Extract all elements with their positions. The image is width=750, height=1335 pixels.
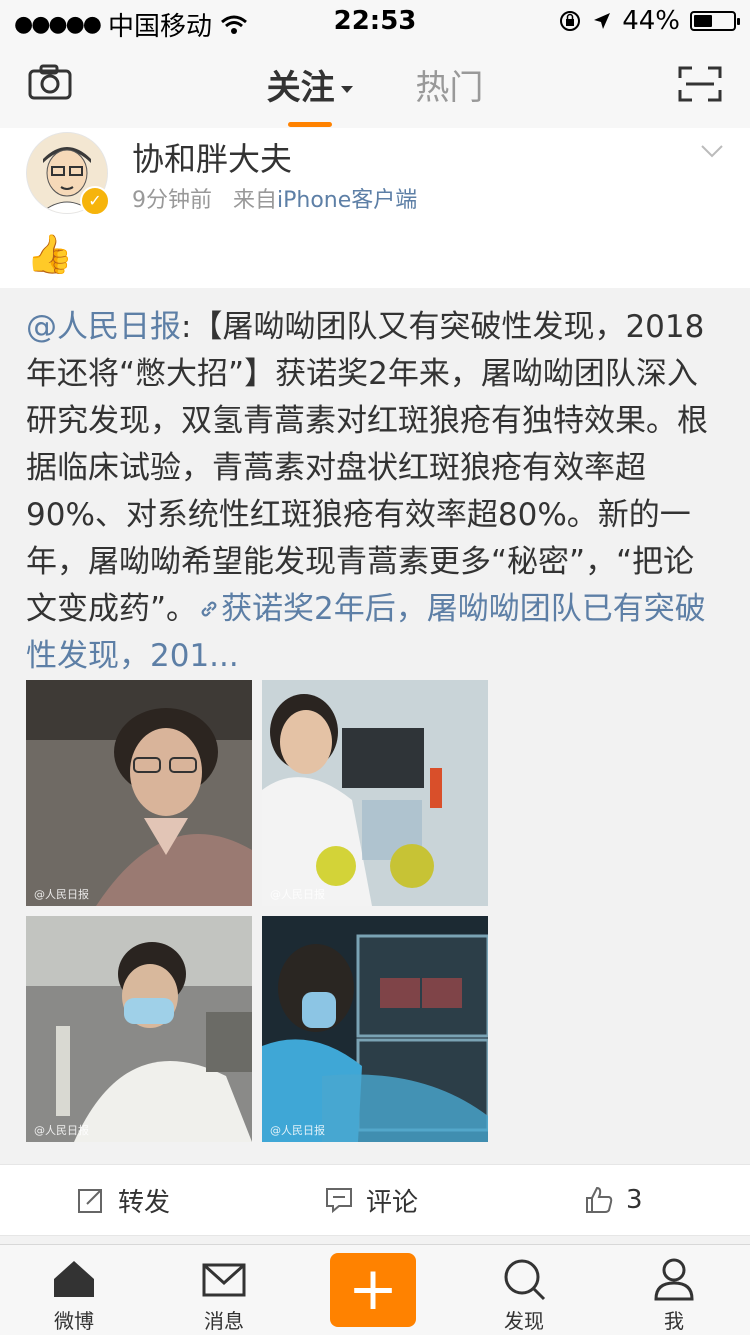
comment-button[interactable]: 评论 <box>324 1165 418 1235</box>
top-nav: 关注 热门 <box>0 40 750 129</box>
battery-percent: 44% <box>622 6 680 36</box>
compose-button[interactable]: + <box>330 1253 416 1327</box>
location-icon <box>594 13 611 29</box>
photo-4[interactable]: @人民日报 <box>262 916 488 1142</box>
home-icon <box>54 1261 94 1297</box>
source-prefix: 来自 <box>232 188 277 213</box>
tab-discover-label: 发现 <box>504 1309 544 1333</box>
tab-discover[interactable]: 发现 <box>474 1255 574 1334</box>
photo-3[interactable]: @人民日报 <box>26 916 252 1142</box>
repost-icon <box>78 1189 102 1213</box>
post-meta: 9分钟前 来自iPhone客户端 <box>132 182 417 214</box>
thumbs-up-icon <box>586 1186 613 1213</box>
scan-icon[interactable] <box>678 66 722 102</box>
person-icon <box>654 1258 694 1301</box>
image-watermark: @人民日报 <box>270 888 325 901</box>
tab-hot[interactable]: 热门 <box>415 60 483 109</box>
comment-label: 评论 <box>366 1187 419 1218</box>
image-watermark: @人民日报 <box>34 888 89 901</box>
tab-home-label: 微博 <box>54 1309 94 1333</box>
status-bar: ●●●●● 中国移动 22:53 44% <box>0 0 750 42</box>
like-button[interactable]: 3 <box>584 1165 643 1235</box>
mail-icon <box>202 1263 246 1297</box>
comment-icon <box>326 1188 352 1214</box>
post-time: 9分钟前 <box>132 188 212 213</box>
reposted-text: @人民日报:【屠呦呦团队又有突破性发现，2018年还将“憋大招”】获诺奖2年来，… <box>26 304 716 680</box>
verified-badge-icon: ✓ <box>80 186 110 216</box>
photo-2[interactable]: @人民日报 <box>262 680 488 906</box>
repost-label: 转发 <box>118 1187 171 1218</box>
post-source[interactable]: iPhone客户端 <box>277 188 417 213</box>
link-icon <box>201 601 217 617</box>
bottom-tab-bar: 微博 消息 + 发现 我 <box>0 1244 750 1335</box>
caret-down-icon <box>340 86 353 93</box>
like-count: 3 <box>626 1185 643 1215</box>
post-card: ✓ 协和胖大夫 9分钟前 来自iPhone客户端 👍 <box>0 128 750 288</box>
tab-me[interactable]: 我 <box>624 1255 724 1334</box>
post-text: 👍 <box>26 232 74 276</box>
search-icon <box>504 1259 546 1301</box>
tab-me-label: 我 <box>664 1309 684 1333</box>
active-tab-indicator <box>287 122 332 127</box>
tab-messages-label: 消息 <box>204 1309 244 1333</box>
chevron-down-icon[interactable] <box>700 144 724 158</box>
username[interactable]: 协和胖大夫 <box>132 134 292 180</box>
tab-messages[interactable]: 消息 <box>174 1255 274 1334</box>
reposted-body: :【屠呦呦团队又有突破性发现，2018年还将“憋大招”】获诺奖2年来，屠呦呦团队… <box>26 309 708 627</box>
tab-home[interactable]: 微博 <box>24 1255 124 1334</box>
reposted-content[interactable]: @人民日报:【屠呦呦团队又有突破性发现，2018年还将“憋大招”】获诺奖2年来，… <box>0 288 750 1164</box>
action-bar: 转发 评论 3 <box>0 1164 750 1236</box>
battery-icon <box>690 11 740 31</box>
repost-button[interactable]: 转发 <box>76 1165 170 1235</box>
photo-1[interactable]: @人民日报 <box>26 680 252 906</box>
rotation-lock-icon <box>560 11 581 31</box>
plus-icon: + <box>347 1254 399 1324</box>
tab-follow[interactable]: 关注 <box>266 60 353 127</box>
image-watermark: @人民日报 <box>270 1124 325 1137</box>
tab-follow-label: 关注 <box>266 68 335 108</box>
mention-link[interactable]: @人民日报 <box>26 309 181 345</box>
image-watermark: @人民日报 <box>34 1124 89 1137</box>
